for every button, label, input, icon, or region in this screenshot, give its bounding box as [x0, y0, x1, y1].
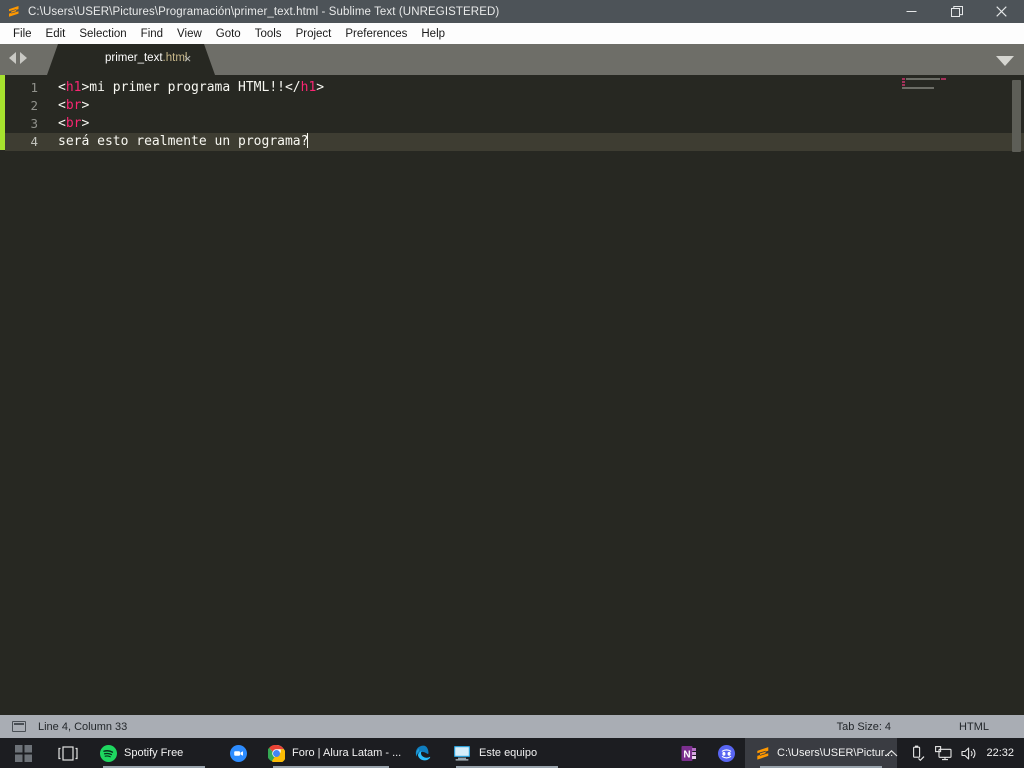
html-tag-name: h1 — [65, 80, 82, 95]
chevron-right-icon[interactable] — [20, 52, 27, 64]
menu-item-help[interactable]: Help — [414, 26, 452, 42]
sublime-text-icon — [755, 746, 770, 761]
sublime-text-logo-icon — [7, 5, 20, 18]
task-view-icon — [58, 745, 78, 761]
network-monitor-icon[interactable] — [930, 738, 956, 768]
line-number: 2 — [30, 98, 38, 113]
taskbar-button-onenote[interactable]: N — [671, 738, 707, 768]
minimap[interactable] — [900, 75, 1010, 715]
code-token: > — [316, 80, 325, 95]
status-bar-right: Tab Size: 4 HTML — [837, 715, 1024, 738]
menu-item-preferences[interactable]: Preferences — [338, 26, 414, 42]
system-tray: 22:32 — [878, 738, 1024, 768]
code-text[interactable]: <br> — [58, 115, 89, 133]
tab-size-label[interactable]: Tab Size: 4 — [837, 721, 891, 733]
line-number: 1 — [30, 80, 38, 95]
chrome-icon — [268, 744, 285, 762]
spotify-icon — [100, 744, 117, 762]
code-token: > — [81, 116, 90, 131]
tab-filename: primer_text — [105, 52, 163, 64]
menu-item-file[interactable]: File — [6, 26, 39, 42]
tab-close-icon[interactable]: × — [180, 51, 195, 66]
cursor-position-label: Line 4, Column 33 — [38, 720, 128, 733]
minimize-button[interactable] — [889, 0, 934, 23]
taskbar-button-edge[interactable] — [403, 738, 443, 768]
taskbar-button-chrome[interactable]: Foro | Alura Latam - ... — [258, 738, 403, 768]
edge-icon — [415, 745, 432, 762]
tab-bar: primer_text.html × — [0, 44, 1024, 75]
editor-tab-primer-text-html[interactable]: primer_text.html × — [47, 44, 215, 75]
restore-button[interactable] — [934, 0, 979, 23]
taskbar-button-zoom[interactable] — [218, 738, 258, 768]
status-bar: Line 4, Column 33 Tab Size: 4 HTML — [0, 715, 1024, 738]
code-token: >mi primer programa HTML!!</ — [81, 80, 301, 95]
menu-bar: File Edit Selection Find View Goto Tools… — [0, 23, 1024, 44]
code-lines-container[interactable]: 1 <h1>mi primer programa HTML!!</h1> 2 <br>… — [0, 75, 1024, 715]
code-line-2[interactable]: 2 <br> — [0, 97, 1024, 115]
text-cursor — [307, 133, 309, 148]
menu-item-edit[interactable]: Edit — [39, 26, 73, 42]
taskbar-label-spotify: Spotify Free — [124, 747, 184, 759]
window-controls — [889, 0, 1024, 23]
menu-item-tools[interactable]: Tools — [248, 26, 289, 42]
code-line-1[interactable]: 1 <h1>mi primer programa HTML!!</h1> — [0, 79, 1024, 97]
window-title: C:\Users\USER\Pictures\Programación\prim… — [28, 5, 500, 18]
console-icon[interactable] — [12, 721, 26, 732]
taskbar-button-spotify[interactable]: Spotify Free — [90, 738, 218, 768]
taskbar-clock[interactable]: 22:32 — [986, 747, 1014, 759]
code-line-3[interactable]: 3 <br> — [0, 115, 1024, 133]
line-number: 3 — [30, 116, 38, 131]
taskbar-label-chrome: Foro | Alura Latam - ... — [292, 747, 402, 759]
taskbar-label-sublime-text: C:\Users\USER\Pictur... — [777, 747, 894, 759]
html-tag-name: h1 — [300, 80, 317, 95]
windows-start-button[interactable] — [0, 738, 46, 768]
menu-item-selection[interactable]: Selection — [72, 26, 133, 42]
svg-text:N: N — [683, 749, 690, 760]
title-bar: C:\Users\USER\Pictures\Programación\prim… — [0, 0, 1024, 23]
vertical-scrollbar[interactable] — [1012, 80, 1021, 152]
taskbar: Spotify Free Foro | Alura Latam - ... Es… — [0, 738, 1024, 768]
code-token: será esto realmente un programa? — [58, 134, 309, 149]
menu-item-view[interactable]: View — [170, 26, 209, 42]
code-text[interactable]: <br> — [58, 97, 89, 115]
windows-start-icon — [14, 744, 32, 762]
code-token: < — [58, 80, 66, 95]
volume-icon[interactable] — [956, 738, 982, 768]
chevron-down-icon[interactable] — [996, 56, 1014, 66]
menu-item-project[interactable]: Project — [289, 26, 339, 42]
menu-item-find[interactable]: Find — [134, 26, 170, 42]
code-editor[interactable]: 1 <h1>mi primer programa HTML!!</h1> 2 <br>… — [0, 75, 1024, 715]
code-line-4[interactable]: 4 será esto realmente un programa? — [0, 133, 1024, 151]
chevron-up-icon[interactable] — [878, 738, 904, 768]
usb-safely-remove-icon[interactable] — [904, 738, 930, 768]
code-token: < — [58, 116, 66, 131]
code-text[interactable]: será esto realmente un programa? — [58, 133, 309, 151]
taskbar-button-discord[interactable] — [707, 738, 745, 768]
taskbar-spacer — [571, 738, 671, 768]
code-token: > — [81, 98, 90, 113]
chevron-left-icon[interactable] — [9, 52, 16, 64]
tab-nav-arrows — [9, 52, 27, 64]
html-tag-name: br — [65, 116, 82, 131]
taskbar-button-sublime-text[interactable]: C:\Users\USER\Pictur... — [745, 738, 897, 768]
syntax-label[interactable]: HTML — [959, 721, 989, 733]
html-tag-name: br — [65, 98, 82, 113]
code-token: < — [58, 98, 66, 113]
file-explorer-icon — [453, 745, 472, 761]
onenote-icon: N — [681, 745, 697, 762]
code-text[interactable]: <h1>mi primer programa HTML!!</h1> — [58, 79, 324, 97]
task-view-button[interactable] — [46, 738, 90, 768]
zoom-icon — [229, 744, 247, 762]
taskbar-button-file-explorer[interactable]: Este equipo — [443, 738, 571, 768]
tab-label: primer_text.html — [105, 52, 187, 64]
close-button[interactable] — [979, 0, 1024, 23]
discord-icon — [717, 744, 735, 762]
menu-item-goto[interactable]: Goto — [209, 26, 248, 42]
line-number: 4 — [30, 134, 38, 149]
taskbar-label-file-explorer: Este equipo — [479, 747, 538, 759]
